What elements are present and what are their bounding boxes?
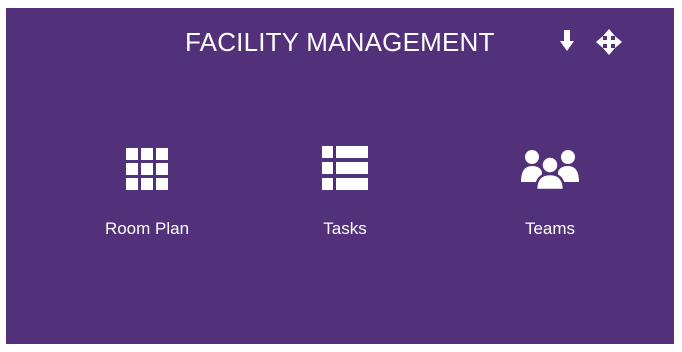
grid-icon <box>126 148 168 190</box>
download-button[interactable] <box>558 26 576 56</box>
tile-tasks[interactable]: Tasks <box>270 142 420 248</box>
tile-room-plan[interactable]: Room Plan <box>72 142 222 248</box>
users-icon <box>521 150 579 190</box>
page-title: FACILITY MANAGEMENT <box>185 27 495 57</box>
list-icon <box>322 146 368 190</box>
tile-teams[interactable]: Teams <box>475 142 625 248</box>
tile-teams-label: Teams <box>524 219 576 238</box>
facility-management-panel: FACILITY MANAGEMENT Room Plan Tasks Team… <box>6 8 674 344</box>
move-button[interactable] <box>594 27 624 57</box>
download-arrow-icon <box>560 30 574 51</box>
tile-room-plan-label: Room Plan <box>104 219 190 238</box>
move-arrows-icon <box>596 29 622 55</box>
tile-tasks-label: Tasks <box>323 219 367 238</box>
